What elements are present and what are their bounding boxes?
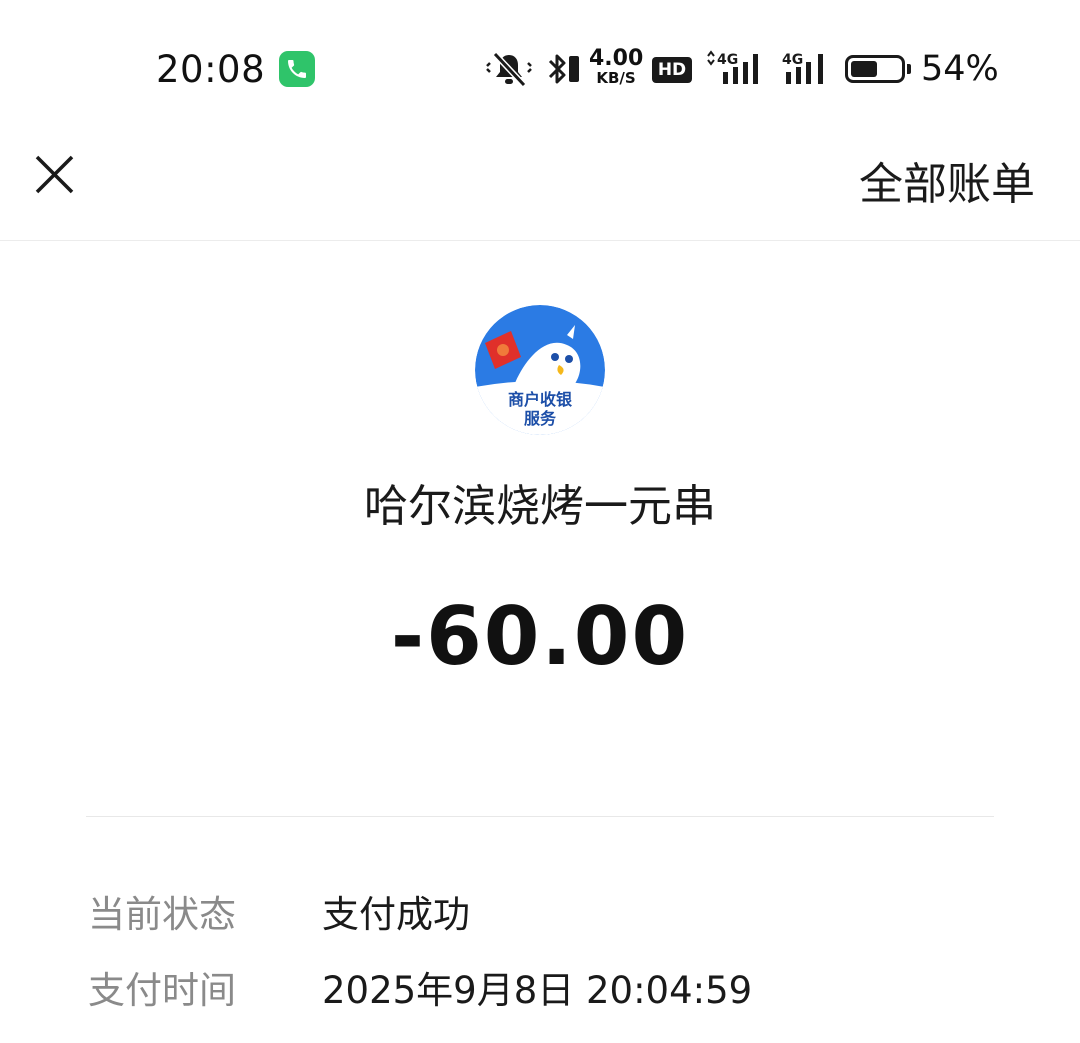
- all-bills-link[interactable]: 全部账单: [859, 148, 1035, 212]
- bluetooth-icon: [548, 54, 579, 84]
- battery-icon: [845, 55, 911, 83]
- close-button[interactable]: [30, 152, 80, 202]
- logo-text-line1: 商户收银: [508, 390, 573, 409]
- signal-4g-icon: 4G: [707, 50, 758, 84]
- merchant-name: 哈尔滨烧烤一元串: [364, 481, 716, 532]
- divider: [86, 816, 994, 817]
- phone-call-icon: [279, 51, 315, 87]
- hd-voice-icon: HD: [652, 57, 692, 83]
- detail-value: 2025年9月8日 20:04:59: [322, 969, 753, 1012]
- network-speed-value: 4.00: [589, 46, 644, 71]
- status-bar: 20:08 4.00 KB/S HD 4G 4G 54%: [0, 0, 1080, 140]
- close-icon: [35, 155, 74, 194]
- nav-bar: 全部账单: [0, 140, 1080, 241]
- detail-value: 支付成功: [322, 893, 470, 936]
- status-time: 20:08: [156, 48, 266, 91]
- detail-label: 支付时间: [88, 969, 236, 1012]
- signal1-label: 4G: [717, 52, 738, 68]
- network-speed: 4.00 KB/S: [589, 48, 643, 98]
- hd-label: HD: [657, 60, 687, 80]
- network-speed-unit: KB/S: [596, 69, 636, 87]
- detail-label: 当前状态: [88, 893, 236, 936]
- mute-bell-icon: [486, 51, 532, 88]
- battery-percent: 54%: [921, 49, 999, 89]
- transaction-amount: -60.00: [390, 590, 690, 683]
- signal2-label: 4G: [782, 52, 803, 68]
- battery-level-fill: [851, 61, 877, 77]
- merchant-logo: 商户收银 服务: [475, 305, 605, 435]
- logo-text-line2: 服务: [524, 409, 557, 428]
- signal-4g-icon-2: 4G: [782, 52, 823, 84]
